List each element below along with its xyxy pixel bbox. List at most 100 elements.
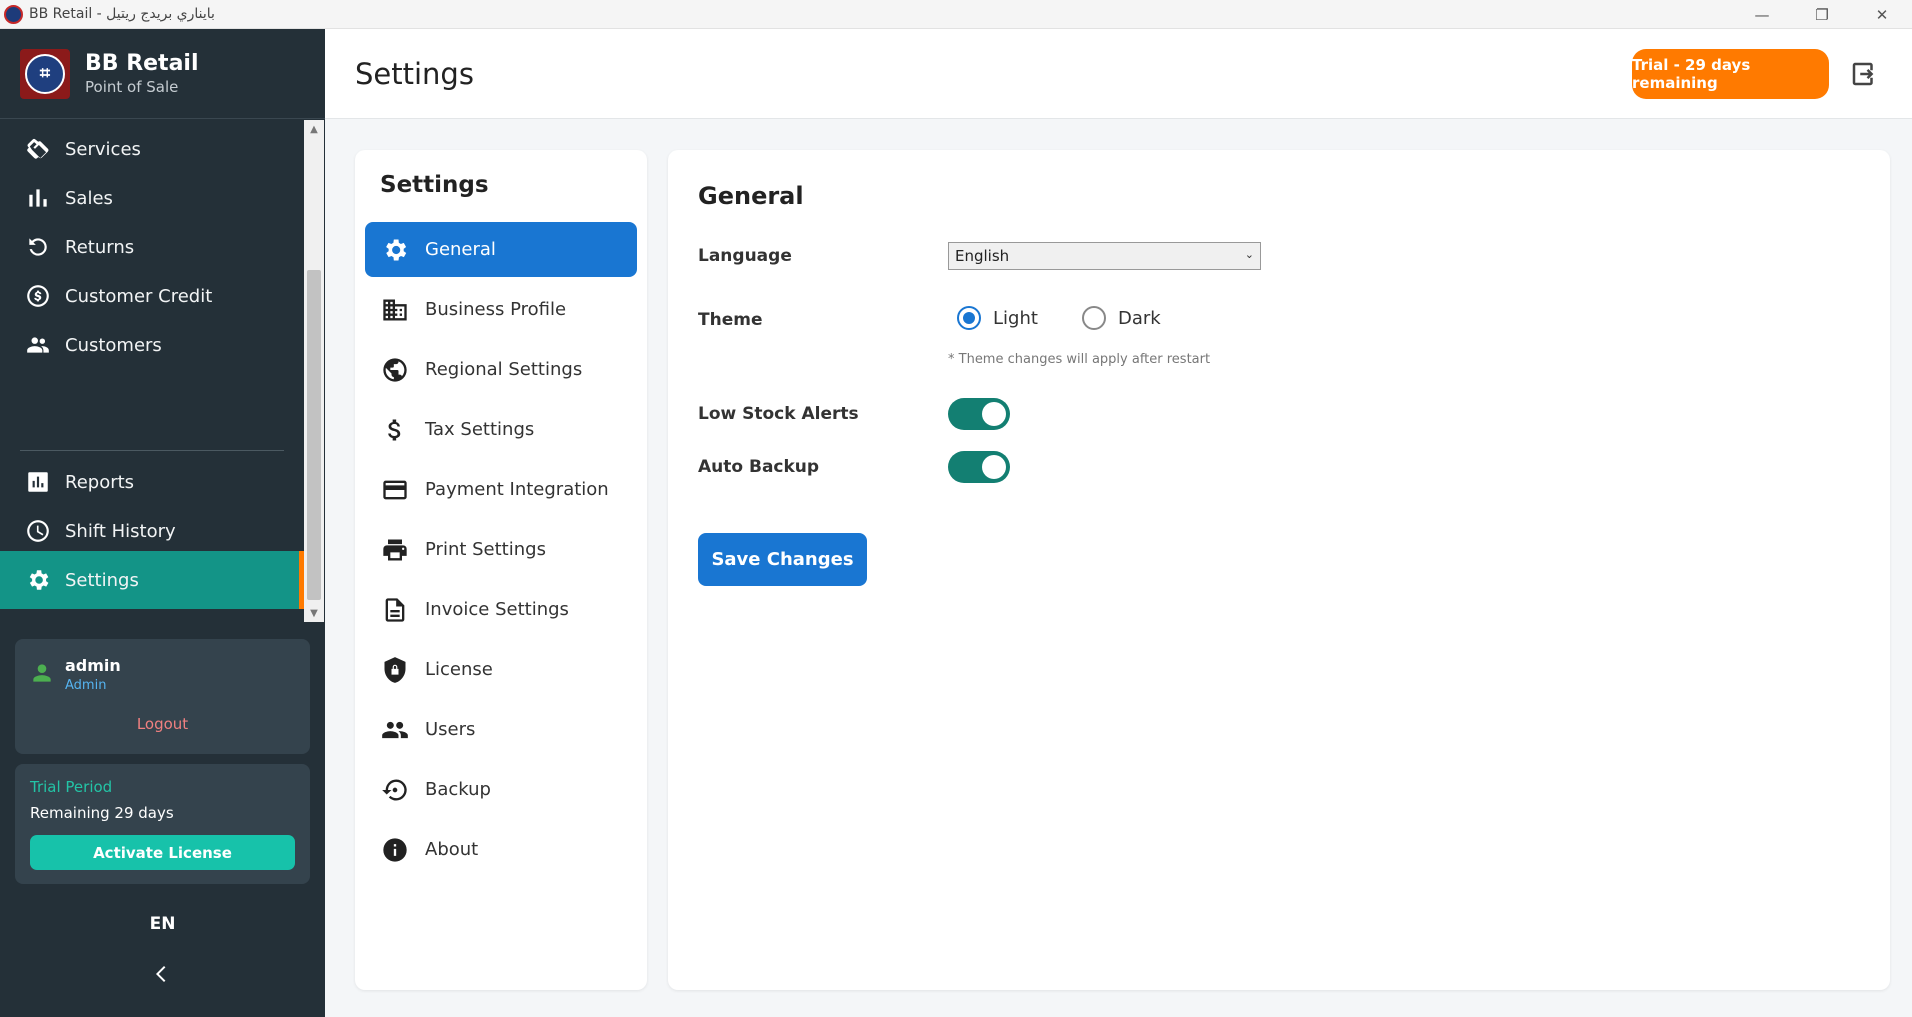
settings-menu-label: Regional Settings: [425, 359, 583, 380]
document-icon: [385, 597, 405, 622]
undo-icon: [29, 238, 47, 256]
settings-menu-item-users[interactable]: Users: [365, 702, 637, 757]
sidebar-divider: [20, 450, 284, 451]
trial-card: Trial Period Remaining 29 days Activate …: [15, 764, 310, 884]
settings-menu-title: Settings: [380, 172, 489, 198]
user-role: Admin: [65, 678, 107, 693]
settings-menu-item-license[interactable]: License: [365, 642, 637, 697]
close-button[interactable]: ✕: [1852, 0, 1912, 29]
trial-remaining-text: Remaining 29 days: [30, 804, 174, 822]
users-icon: [382, 721, 408, 738]
trial-period-label: Trial Period: [30, 778, 113, 796]
settings-menu-label: Print Settings: [425, 539, 546, 560]
clock-icon: [27, 520, 49, 542]
theme-option-label: Dark: [1118, 307, 1161, 329]
general-settings-panel: General Language English ⌄ Theme Light D…: [668, 150, 1890, 990]
activate-license-button[interactable]: Activate License: [30, 835, 295, 870]
settings-menu-label: Backup: [425, 779, 491, 800]
toggle-knob: [982, 455, 1006, 479]
save-changes-button[interactable]: Save Changes: [698, 533, 867, 586]
sidebar-item-label: Shift History: [65, 520, 176, 542]
user-avatar-icon: [33, 664, 51, 682]
shield-lock-icon: [384, 656, 406, 683]
gear-icon: [29, 570, 49, 590]
brand-subtitle: Point of Sale: [85, 78, 179, 96]
exit-icon[interactable]: [1849, 59, 1879, 89]
user-card: admin Admin Logout: [15, 639, 310, 754]
minimize-button[interactable]: —: [1732, 0, 1792, 29]
auto-backup-toggle[interactable]: [948, 451, 1010, 483]
chevron-down-icon: ⌄: [1244, 248, 1254, 261]
radio-checked-icon: [957, 306, 981, 330]
backup-icon: [382, 778, 407, 800]
language-switch[interactable]: EN: [0, 914, 325, 934]
settings-menu-item-tax-settings[interactable]: Tax Settings: [365, 402, 637, 457]
bar-chart-icon: [29, 189, 47, 207]
info-icon: [383, 837, 407, 862]
theme-radio-light[interactable]: Light: [957, 306, 1038, 330]
scroll-up-arrow-icon[interactable]: ▲: [304, 120, 324, 138]
settings-menu-label: Tax Settings: [425, 419, 535, 440]
settings-menu-label: Business Profile: [425, 299, 567, 320]
theme-option-label: Light: [993, 307, 1038, 329]
brand-logo: ⌗: [20, 48, 70, 99]
sidebar-item-label: Sales: [65, 187, 113, 209]
settings-menu-label: Invoice Settings: [425, 599, 569, 620]
sidebar-item-label: Reports: [65, 471, 135, 493]
restore-button[interactable]: ❐: [1792, 0, 1852, 29]
sidebar-item-label: Returns: [65, 236, 135, 258]
settings-menu-panel: Settings General Business Profile Region…: [355, 150, 647, 990]
dollar-circle-icon: [27, 285, 49, 307]
settings-menu-item-backup[interactable]: Backup: [365, 762, 637, 817]
settings-menu-label: Payment Integration: [425, 479, 609, 500]
dollar-icon: [388, 419, 401, 440]
scroll-down-arrow-icon[interactable]: ▼: [304, 604, 324, 622]
page-title: Settings: [355, 57, 474, 91]
window-titlebar: BB Retail - بايناري بريدج ريتيل — ❐ ✕: [0, 0, 1912, 29]
settings-menu-item-general[interactable]: General: [365, 222, 637, 277]
settings-menu-item-print-settings[interactable]: Print Settings: [365, 522, 637, 577]
low-stock-alerts-label: Low Stock Alerts: [698, 404, 859, 424]
sidebar-item-settings[interactable]: Settings: [0, 551, 304, 609]
window-title: BB Retail - بايناري بريدج ريتيل: [29, 6, 215, 22]
page-header: Settings Trial - 29 days remaining: [325, 29, 1912, 119]
auto-backup-label: Auto Backup: [698, 457, 820, 477]
theme-radio-dark[interactable]: Dark: [1082, 306, 1161, 330]
settings-menu-item-business-profile[interactable]: Business Profile: [365, 282, 637, 337]
window-controls: — ❐ ✕: [1732, 0, 1912, 29]
logout-link[interactable]: Logout: [15, 715, 310, 733]
language-select[interactable]: English ⌄: [948, 242, 1261, 270]
collapse-sidebar-icon[interactable]: [150, 962, 174, 986]
sidebar-item-label: Settings: [65, 569, 139, 591]
settings-menu-label: Users: [425, 719, 476, 740]
settings-menu-label: About: [425, 839, 479, 860]
settings-menu-item-invoice-settings[interactable]: Invoice Settings: [365, 582, 637, 637]
settings-menu-item-regional-settings[interactable]: Regional Settings: [365, 342, 637, 397]
sidebar-scrollbar[interactable]: ▲ ▼: [304, 120, 324, 622]
brand-name: BB Retail: [85, 51, 199, 76]
sidebar-item-label: Customer Credit: [65, 285, 213, 307]
brand-header: ⌗ BB Retail Point of Sale: [0, 29, 325, 119]
credit-card-icon: [383, 480, 407, 499]
radio-unchecked-icon: [1082, 306, 1106, 330]
report-icon: [28, 472, 48, 492]
theme-label: Theme: [698, 310, 763, 330]
theme-hint: * Theme changes will apply after restart: [948, 352, 1211, 367]
globe-icon: [383, 357, 407, 382]
sidebar-nav: Services Sales Returns Customer Credit C…: [0, 120, 304, 620]
sidebar-item-label: Customers: [65, 334, 162, 356]
building-icon: [383, 299, 407, 320]
scrollbar-thumb[interactable]: [307, 270, 321, 600]
people-icon: [27, 337, 49, 353]
settings-menu-label: General: [425, 239, 496, 260]
settings-menu-item-about[interactable]: About: [365, 822, 637, 877]
low-stock-alerts-toggle[interactable]: [948, 398, 1010, 430]
app-icon: [4, 4, 23, 24]
trial-badge[interactable]: Trial - 29 days remaining: [1632, 49, 1829, 99]
toggle-knob: [982, 402, 1006, 426]
bridge-logo-icon: ⌗: [25, 53, 65, 94]
settings-menu-label: License: [425, 659, 493, 680]
general-title: General: [698, 182, 804, 210]
settings-menu-item-payment-integration[interactable]: Payment Integration: [365, 462, 637, 517]
sidebar-item-customers[interactable]: Customers: [0, 316, 304, 374]
